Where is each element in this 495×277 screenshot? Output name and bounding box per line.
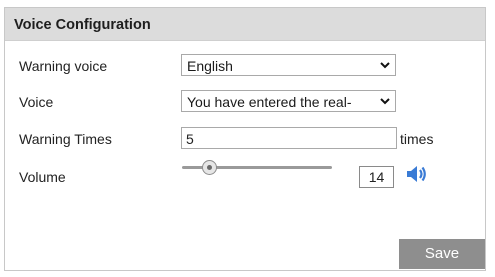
panel-header: Voice Configuration [5, 8, 485, 41]
warning-times-label: Warning Times [19, 131, 112, 147]
voice-label: Voice [19, 94, 54, 110]
volume-label: Volume [19, 169, 66, 185]
voice-select[interactable]: You have entered the real- [181, 90, 396, 112]
warning-times-unit: times [400, 131, 434, 147]
save-button[interactable]: Save [399, 239, 485, 269]
chevron-down-icon [380, 62, 390, 69]
speaker-icon[interactable] [404, 163, 428, 185]
volume-value-box[interactable]: 14 [359, 166, 394, 188]
voice-value: You have entered the real- [187, 94, 352, 110]
warning-times-input[interactable]: 5 [181, 127, 397, 149]
chevron-down-icon [380, 98, 390, 105]
warning-voice-value: English [187, 58, 233, 74]
volume-slider-thumb[interactable] [201, 160, 217, 175]
panel-title: Voice Configuration [14, 17, 151, 33]
warning-times-value: 5 [186, 131, 194, 147]
warning-voice-label: Warning voice [19, 58, 108, 74]
warning-voice-select[interactable]: English [181, 54, 396, 76]
